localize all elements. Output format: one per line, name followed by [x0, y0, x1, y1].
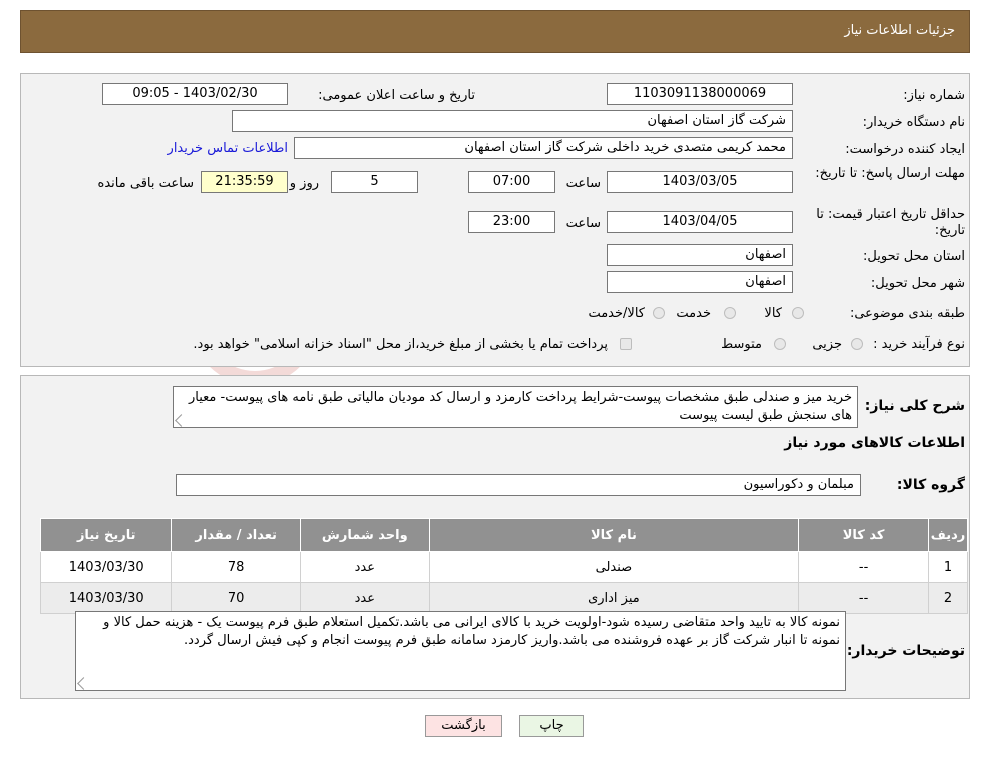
buyer-org-field: شرکت گاز استان اصفهان: [232, 110, 793, 132]
price-validity-label: حداقل تاریخ اعتبار قیمت: تا تاریخ:: [816, 207, 965, 238]
page-header: جزئیات اطلاعات نیاز: [20, 10, 970, 53]
days-remaining-field: 5: [331, 171, 418, 193]
treasury-payment-note: پرداخت تمام یا بخشی از مبلغ خرید،از محل …: [193, 337, 608, 352]
table-row: 1 -- صندلی عدد 78 1403/03/30: [39, 551, 968, 583]
row-date: 1403/03/30: [39, 551, 173, 583]
delivery-city-field: اصفهان: [607, 271, 793, 293]
reply-deadline-label: مهلت ارسال پاسخ: تا تاریخ:: [815, 166, 965, 181]
print-button[interactable]: چاپ: [519, 715, 584, 737]
category-goods-service-label: کالا/خدمت: [588, 306, 645, 321]
treasury-payment-checkbox[interactable]: [620, 338, 632, 350]
process-medium-radio[interactable]: [774, 338, 786, 350]
col-unit-header: واحد شمارش: [299, 518, 430, 552]
need-number-label: شماره نیاز:: [903, 88, 965, 103]
category-goods-label: کالا: [764, 306, 782, 321]
row-date: 1403/03/30: [39, 582, 173, 614]
process-type-label: نوع فرآیند خرید :: [873, 337, 965, 352]
row-code: --: [798, 551, 930, 583]
time-remaining-label: ساعت باقی مانده: [97, 176, 194, 191]
time-remaining-field: 21:35:59: [201, 171, 288, 193]
row-number: 2: [928, 582, 968, 614]
col-code-header: کد کالا: [798, 518, 930, 552]
process-medium-label: متوسط: [721, 337, 762, 352]
goods-info-heading: اطلاعات کالاهای مورد نیاز: [784, 435, 965, 451]
buyer-notes-text: نمونه کالا به تایید واحد متقاضی رسیده شو…: [103, 615, 840, 648]
row-unit: عدد: [299, 582, 430, 614]
resize-grip-icon[interactable]: [77, 677, 90, 690]
reply-date-field: 1403/03/05: [607, 171, 793, 193]
category-service-label: خدمت: [676, 306, 711, 321]
table-row: 2 -- میز اداری عدد 70 1403/03/30: [39, 582, 968, 614]
process-partial-radio[interactable]: [851, 338, 863, 350]
announce-datetime-label: تاریخ و ساعت اعلان عمومی:: [318, 88, 475, 103]
goods-group-field: مبلمان و دکوراسیون: [176, 474, 861, 496]
summary-label: شرح کلی نیاز:: [864, 398, 965, 414]
buyer-org-label: نام دستگاه خریدار:: [862, 115, 965, 130]
category-service-radio[interactable]: [724, 307, 736, 319]
validity-time-field: 23:00: [468, 211, 555, 233]
category-label: طبقه بندی موضوعی:: [849, 306, 965, 321]
row-name: صندلی: [428, 551, 800, 583]
buyer-notes-textarea[interactable]: نمونه کالا به تایید واحد متقاضی رسیده شو…: [75, 611, 846, 691]
process-partial-label: جزیی: [812, 337, 842, 352]
table-header-row: ردیف کد کالا نام کالا واحد شمارش تعداد /…: [39, 518, 968, 552]
row-unit: عدد: [299, 551, 430, 583]
col-row-header: ردیف: [928, 518, 968, 552]
reply-time-label: ساعت: [565, 176, 601, 191]
need-number-field: 1103091138000069: [607, 83, 793, 105]
summary-text: خرید میز و صندلی طبق مشخصات پیوست-شرایط …: [189, 390, 852, 423]
reply-time-field: 07:00: [468, 171, 555, 193]
resize-grip-icon[interactable]: [175, 414, 188, 427]
delivery-province-field: اصفهان: [607, 244, 793, 266]
delivery-city-label: شهر محل تحویل:: [870, 276, 965, 291]
row-code: --: [798, 582, 930, 614]
requester-field: محمد کریمی متصدی خرید داخلی شرکت گاز است…: [294, 137, 793, 159]
row-name: میز اداری: [428, 582, 800, 614]
announce-datetime-field: 1403/02/30 - 09:05: [102, 83, 288, 105]
goods-table: ردیف کد کالا نام کالا واحد شمارش تعداد /…: [39, 518, 968, 614]
delivery-province-label: استان محل تحویل:: [863, 249, 965, 264]
col-name-header: نام کالا: [428, 518, 800, 552]
page-title: جزئیات اطلاعات نیاز: [844, 23, 955, 38]
validity-date-field: 1403/04/05: [607, 211, 793, 233]
row-qty: 78: [171, 551, 301, 583]
row-qty: 70: [171, 582, 301, 614]
category-goods-radio[interactable]: [792, 307, 804, 319]
col-date-header: تاریخ نیاز: [39, 518, 173, 552]
category-goods-service-radio[interactable]: [653, 307, 665, 319]
row-number: 1: [928, 551, 968, 583]
summary-textarea[interactable]: خرید میز و صندلی طبق مشخصات پیوست-شرایط …: [173, 386, 858, 428]
day-and-label: روز و: [289, 176, 319, 191]
col-qty-header: تعداد / مقدار: [171, 518, 301, 552]
back-button[interactable]: بازگشت: [425, 715, 502, 737]
goods-group-label: گروه کالا:: [896, 477, 965, 493]
buyer-notes-label: توضیحات خریدار:: [846, 643, 965, 659]
requester-label: ایجاد کننده درخواست:: [845, 142, 965, 157]
validity-time-label: ساعت: [565, 216, 601, 231]
buyer-contact-link[interactable]: اطلاعات تماس خریدار: [168, 141, 288, 156]
